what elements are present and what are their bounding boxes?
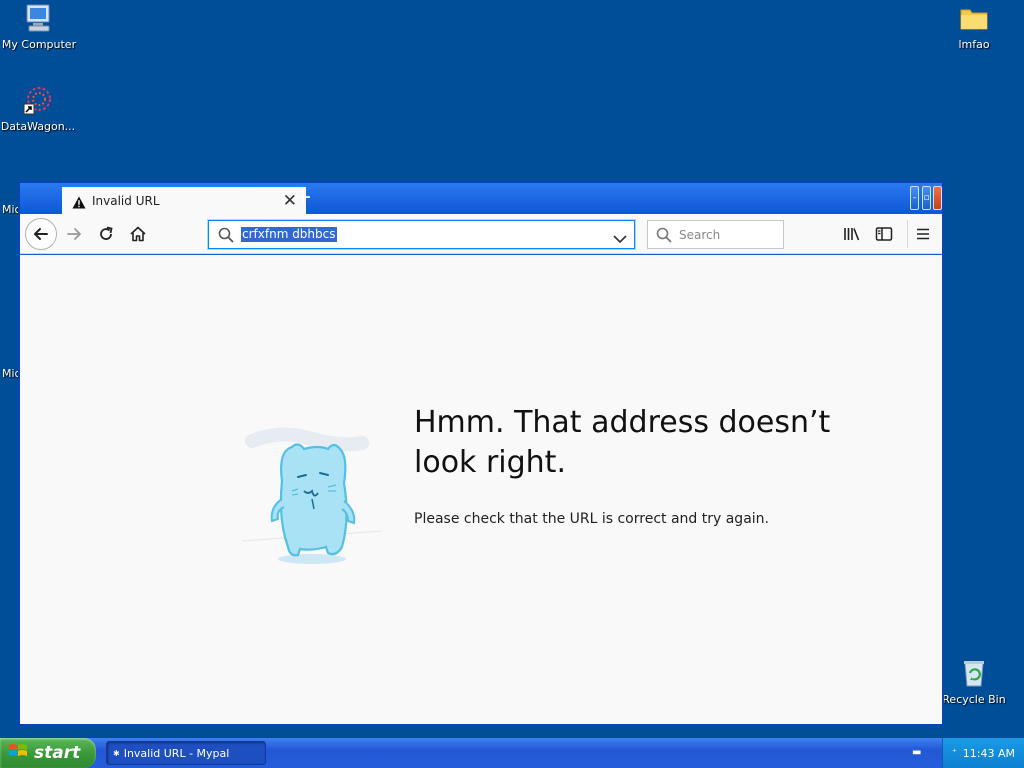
chevron-down-icon[interactable]: [613, 229, 627, 248]
library-button[interactable]: [838, 220, 866, 248]
recycle-bin-icon: [958, 657, 990, 689]
tab-invalid-url[interactable]: Invalid URL ✕: [62, 185, 306, 215]
tab-strip: Invalid URL ✕ + - ▫: [20, 183, 942, 215]
close-window-button[interactable]: [933, 186, 942, 210]
desktop-icon-label: My Computer: [1, 38, 77, 51]
search-icon: [656, 227, 672, 247]
desktop-icon-datawagon[interactable]: DataWagon...: [0, 84, 78, 133]
back-button[interactable]: [25, 218, 57, 250]
desktop-icon-label: DataWagon...: [0, 120, 76, 133]
error-description: Please check that the URL is correct and…: [414, 511, 769, 527]
sidebar-button[interactable]: [870, 220, 898, 248]
minimize-button[interactable]: -: [910, 186, 919, 210]
volume-icon[interactable]: ▬: [912, 747, 921, 758]
windows-logo-icon: [8, 742, 28, 765]
computer-icon: [23, 2, 55, 34]
library-icon: [844, 228, 860, 241]
browser-app-icon: ✱: [113, 748, 120, 758]
start-button[interactable]: start: [0, 738, 96, 768]
taskbar-task-label: Invalid URL - Mypal: [123, 746, 230, 760]
home-icon: [130, 226, 146, 242]
taskbar-task-browser[interactable]: ✱ Invalid URL - Mypal: [106, 741, 266, 765]
search-icon: [218, 227, 234, 247]
menu-button[interactable]: [909, 220, 937, 248]
desktop-icon-recycle-bin[interactable]: Recycle Bin: [934, 657, 1014, 706]
desktop-icon-label: lmfao: [958, 38, 990, 51]
hamburger-menu-icon: [917, 228, 929, 240]
clock: 11:43 AM: [962, 746, 1015, 760]
toolbar-separator: [907, 220, 908, 248]
desktop-icon-label: Recycle Bin: [942, 693, 1006, 706]
forward-arrow-icon: [67, 228, 81, 240]
desktop-icon-my-computer[interactable]: My Computer: [0, 2, 79, 51]
reload-button[interactable]: [92, 220, 120, 248]
browser-window: Invalid URL ✕ + - ▫ crfxfnm dbhbcs Searc…: [18, 181, 944, 726]
start-label: start: [34, 743, 81, 763]
address-bar[interactable]: crfxfnm dbhbcs: [208, 220, 635, 249]
error-mascot-illustration: [232, 421, 392, 585]
error-title: Hmm. That address doesn’t look right.: [414, 405, 831, 480]
new-tab-button[interactable]: +: [288, 185, 318, 213]
network-icon[interactable]: ⁺: [952, 748, 957, 758]
taskbar: start ✱ Invalid URL - Mypal ▬ ⁺ 11:43 AM: [0, 738, 1024, 768]
navigation-toolbar: crfxfnm dbhbcs Search: [20, 214, 942, 254]
maximize-button[interactable]: ▫: [922, 186, 931, 210]
folder-icon: [958, 2, 990, 34]
forward-button[interactable]: [60, 220, 88, 248]
search-placeholder: Search: [679, 228, 721, 242]
sidebar-icon: [875, 227, 893, 241]
search-box[interactable]: Search: [647, 220, 784, 249]
datawagon-icon: [22, 84, 54, 116]
home-button[interactable]: [124, 220, 152, 248]
desktop-icon-lmfao[interactable]: lmfao: [934, 2, 1014, 51]
address-bar-text[interactable]: crfxfnm dbhbcs: [241, 227, 337, 242]
system-tray: ⁺ 11:43 AM: [942, 738, 1024, 768]
tab-title: Invalid URL: [92, 194, 160, 208]
back-arrow-icon: [34, 228, 48, 240]
warning-icon: [72, 194, 86, 213]
reload-icon: [100, 226, 113, 240]
error-page: Hmm. That address doesn’t look right. Pl…: [20, 255, 942, 724]
